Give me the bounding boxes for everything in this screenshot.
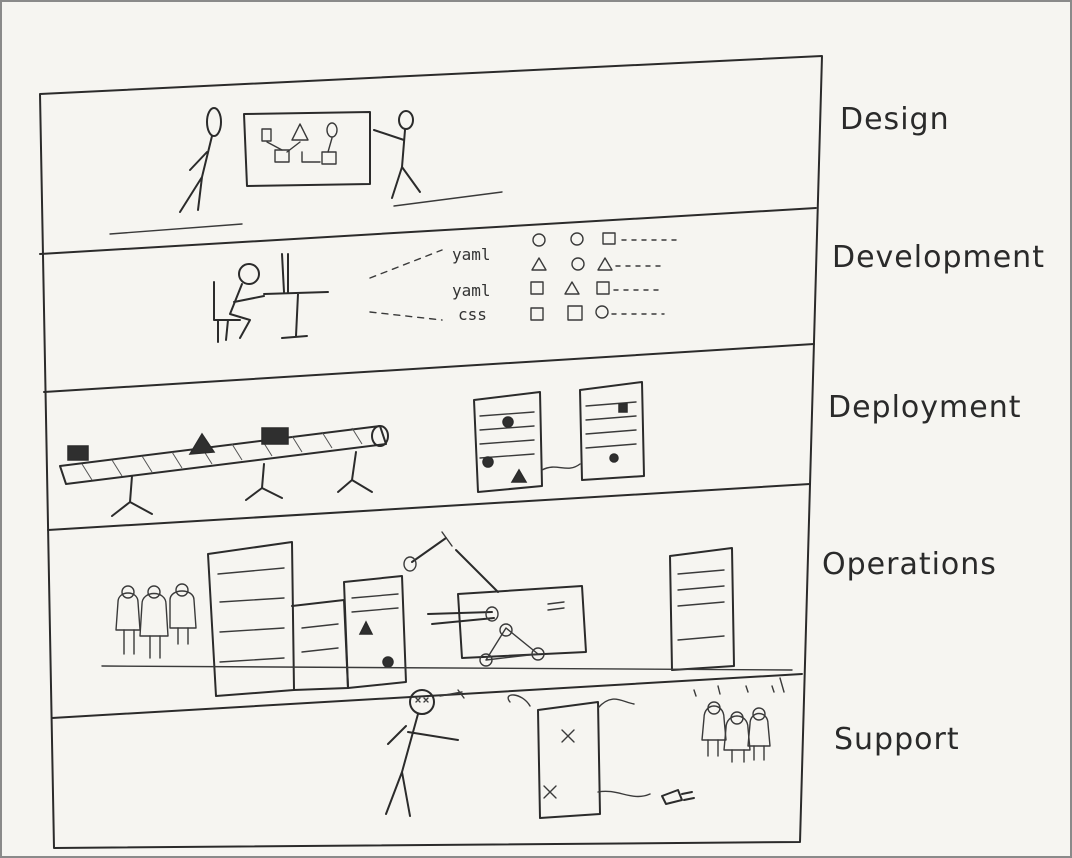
failed-server [507,694,695,819]
worried-users [693,677,785,763]
lane-frame [39,55,823,849]
conveyor-belt [59,425,389,517]
presenter-figure [373,110,421,199]
development-scene [213,232,679,343]
developer-at-desk [213,253,329,343]
sketch-drawing [39,55,823,849]
server-rack-b [579,381,645,481]
whiteboard [243,111,371,187]
designer-figure [179,107,222,213]
server-stack-large [207,541,407,697]
server-tower-right [669,547,735,671]
code-shape-grid [530,232,679,321]
support-agent-figure [385,689,465,817]
ops-team [115,583,197,659]
support-scene [385,677,785,819]
sketch-page: Design Development Deployment Operations… [0,0,1072,858]
repair-console [403,531,587,667]
deployment-scene [59,381,645,517]
operations-scene [101,531,793,697]
design-scene [109,107,503,235]
server-rack-a [473,391,543,493]
